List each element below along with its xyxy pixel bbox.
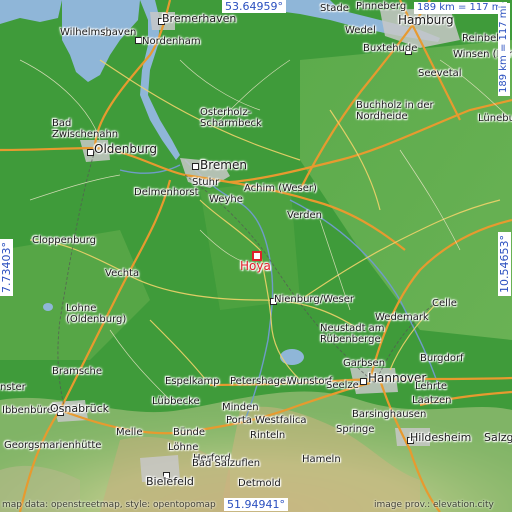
place-lohne-westfalen: Löhne (168, 442, 199, 453)
hannover-dot (360, 378, 367, 385)
place-burgdorf: Burgdorf (420, 353, 464, 364)
place-weyhe: Weyhe (209, 194, 243, 205)
place-barsinghausen: Barsinghausen (352, 409, 427, 420)
place-hameln: Hameln (302, 454, 341, 465)
place-melle: Melle (116, 427, 143, 438)
place-nienburg: Nienburg/Weser (274, 294, 355, 305)
place-achim: Achim (Weser) (244, 183, 317, 194)
place-lubbecke: Lübbecke (152, 396, 200, 407)
place-nordenham: Nordenham (142, 36, 201, 47)
place-salzgitter: Salzg (484, 431, 512, 444)
attribution-map-data: map data: openstreetmap, style: opentopo… (2, 500, 216, 510)
place-bielefeld: Bielefeld (146, 475, 194, 488)
place-reinbek: Reinbek (462, 33, 503, 44)
place-lehrte: Lehrte (415, 381, 448, 392)
place-munster-partial: nster (0, 382, 26, 393)
place-osterholz-scharmbeck: Osterholz- Scharmbeck (200, 107, 262, 129)
place-pinneberg: Pinneberg (356, 1, 407, 12)
place-wedemark: Wedemark (375, 312, 429, 323)
bremen-dot (192, 163, 199, 170)
place-bremerhaven: Bremerhaven (162, 12, 237, 25)
place-neustadt: Neustadt am Rübenberge (320, 323, 385, 345)
place-vechta: Vechta (105, 268, 140, 279)
place-springe: Springe (336, 424, 375, 435)
place-buxtehude: Buxtehude (363, 43, 418, 54)
place-bramsche: Bramsche (52, 366, 103, 377)
place-porta-westfalica: Porta Westfalica (226, 415, 307, 426)
place-rinteln: Rinteln (250, 430, 286, 441)
place-bunde: Bünde (173, 427, 206, 438)
coord-top: 53.64959° (222, 0, 286, 13)
attribution-image-provider: image prov.: elevation.city (374, 500, 494, 510)
place-osnabruck: Osnabrück (50, 402, 109, 415)
place-bremen: Bremen (200, 158, 247, 172)
place-lohne-oldenburg: Lohne (Oldenburg) (66, 303, 127, 325)
coord-left: 7.73403° (0, 239, 13, 296)
coord-right: 10.54653° (498, 232, 511, 296)
place-hamburg: Hamburg (398, 13, 454, 27)
place-espelkamp: Espelkamp (165, 376, 220, 387)
place-detmold: Detmold (238, 478, 281, 489)
place-delmenhorst: Delmenhorst (134, 187, 199, 198)
coord-bottom: 51.94941° (224, 498, 288, 511)
place-cloppenburg: Cloppenburg (32, 235, 97, 246)
scale-vertical: 189 km = 117 mi (498, 2, 510, 96)
place-bad-salzuflen: Bad Salzuflen (192, 458, 261, 469)
place-hoya[interactable]: Hoya (240, 260, 271, 273)
place-stade: Stade (320, 3, 349, 14)
nordenham-dot (135, 37, 142, 44)
oldenburg-dot (87, 149, 94, 156)
place-petershagen: Petershagen (230, 376, 293, 387)
place-garbsen: Garbsen (343, 358, 386, 369)
place-celle: Celle (432, 298, 457, 309)
place-seevetal: Seevetal (418, 68, 462, 79)
place-luneburg: Lüneburg (478, 113, 512, 124)
place-georgsmarienhutte: Georgsmarienhütte (4, 440, 102, 451)
place-hildesheim: Hildesheim (410, 431, 472, 444)
place-bad-zwischenahn: Bad Zwischenahn (52, 118, 119, 140)
place-buchholz: Buchholz in der Nordheide (356, 100, 434, 122)
topographic-map[interactable]: Bremerhaven Wilhelmshaven Nordenham Stad… (0, 0, 512, 512)
place-verden: Verden (287, 210, 322, 221)
place-laatzen: Laatzen (412, 395, 452, 406)
place-wilhelmshaven: Wilhelmshaven (60, 27, 137, 38)
scale-horizontal: 189 km = 117 mi (414, 2, 508, 14)
place-seelze: Seelze (326, 380, 359, 391)
place-wedel: Wedel (345, 25, 376, 36)
place-minden: Minden (222, 402, 259, 413)
place-oldenburg: Oldenburg (94, 142, 157, 156)
